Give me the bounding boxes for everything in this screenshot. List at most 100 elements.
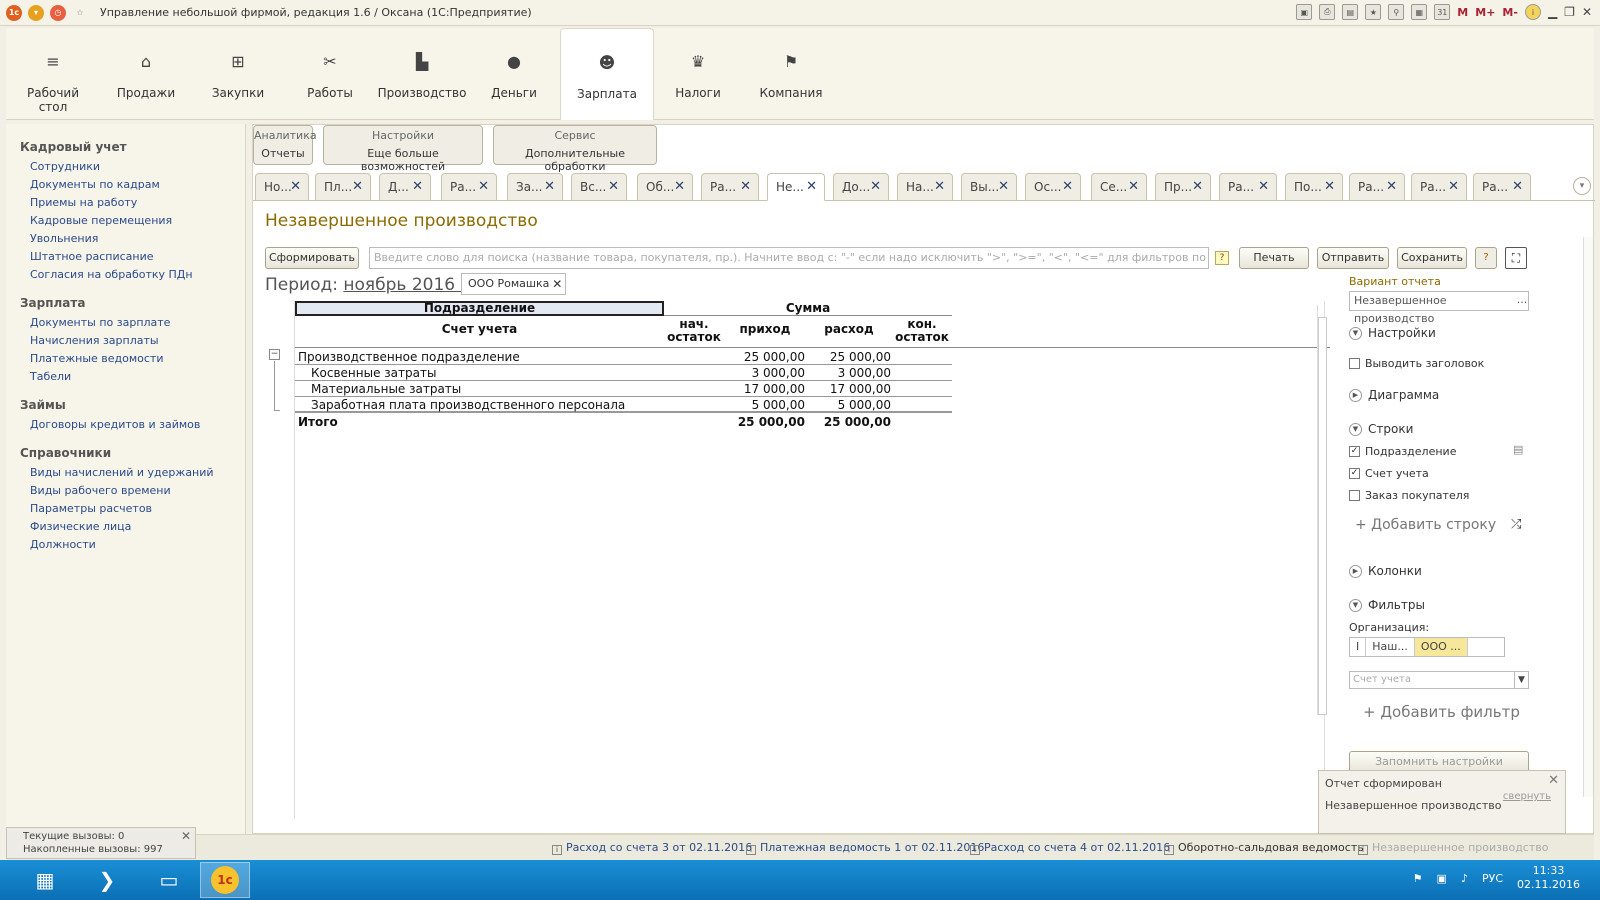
nav-item-salary-docs[interactable]: Документы по зарплате [30, 314, 245, 332]
close-tab-icon[interactable]: ✕ [806, 174, 817, 200]
nav-item-calc-params[interactable]: Параметры расчетов [30, 500, 245, 518]
add-row-link[interactable]: + Добавить строку [1355, 517, 1496, 533]
row-order-checkbox[interactable]: Заказ покупателя [1349, 487, 1469, 503]
close-tab-icon[interactable]: ✕ [870, 174, 881, 200]
close-tab-icon[interactable]: ✕ [674, 174, 685, 200]
tab[interactable]: Ра... ✕ [441, 173, 497, 201]
segment-item[interactable]: Наш... [1366, 638, 1415, 656]
nav-item-hires[interactable]: Приемы на работу [30, 194, 245, 212]
more-features-button[interactable]: Еще больше возможностей [324, 147, 482, 173]
close-tab-icon[interactable]: ✕ [1386, 174, 1397, 200]
send-button[interactable]: Отправить [1317, 247, 1389, 269]
tab[interactable]: До... ✕ [833, 173, 889, 201]
close-tab-icon[interactable]: ✕ [1062, 174, 1073, 200]
network-icon[interactable]: ▣ [1437, 872, 1447, 885]
powershell-icon[interactable]: ❯ [82, 862, 132, 898]
close-tab-icon[interactable]: ✕ [1448, 174, 1459, 200]
memory-plus-button[interactable]: M+ [1475, 6, 1495, 19]
search-input[interactable]: Введите слово для поиска (название товар… [369, 247, 1209, 269]
collapse-group-icon[interactable]: − [269, 349, 280, 360]
section-company[interactable]: ⚑ Компания [754, 28, 828, 120]
tab[interactable]: Пл... ✕ [315, 173, 371, 201]
close-tab-icon[interactable]: ✕ [478, 174, 489, 200]
tab[interactable]: На... ✕ [897, 173, 953, 201]
nav-item-dismissals[interactable]: Увольнения [30, 230, 245, 248]
tab[interactable]: Вы... ✕ [961, 173, 1017, 201]
close-tab-icon[interactable]: ✕ [412, 174, 423, 200]
tab[interactable]: Ра... ✕ [1473, 173, 1531, 201]
close-icon[interactable]: ✕ [1582, 5, 1592, 19]
history-link[interactable]: i Расход со счета 4 от 02.11.2016 [970, 841, 1170, 855]
nav-item-staffing[interactable]: Штатное расписание [30, 248, 245, 266]
segment-item[interactable]: I [1350, 638, 1367, 656]
tab[interactable]: Пр... ✕ [1155, 173, 1211, 201]
save-icon[interactable]: ▣ [1296, 4, 1313, 20]
scroll-thumb[interactable] [1318, 317, 1327, 715]
tab[interactable]: Ра... ✕ [1411, 173, 1467, 201]
tab[interactable]: По... ✕ [1285, 173, 1343, 201]
tab[interactable]: Ра... ✕ [701, 173, 759, 201]
section-works[interactable]: ✂ Работы [298, 28, 362, 120]
nav-item-accruals[interactable]: Начисления зарплаты [30, 332, 245, 350]
nav-item-positions[interactable]: Должности [30, 536, 245, 554]
favorites-star-icon[interactable]: ☆ [72, 4, 88, 21]
nav-item-accrual-types[interactable]: Виды начислений и удержаний [30, 464, 245, 482]
calendar-icon[interactable]: 31 [1434, 4, 1451, 20]
chevron-down-icon[interactable]: ▼ [1514, 672, 1528, 688]
nav-item-loans[interactable]: Договоры кредитов и займов [30, 416, 245, 434]
close-notification-icon[interactable]: ✕ [1548, 773, 1559, 788]
extra-processing-button[interactable]: Дополнительные обработки [494, 147, 656, 173]
section-desktop[interactable]: ≡ Рабочий стол [20, 28, 86, 120]
section-taxes[interactable]: ♛ Налоги [666, 28, 730, 120]
memory-minus-button[interactable]: M- [1502, 6, 1518, 19]
history-link[interactable]: i Расход со счета 3 от 02.11.2016 [552, 841, 752, 855]
help-icon[interactable]: ? [1475, 247, 1497, 269]
chart-group-toggle[interactable]: ▶ Диаграмма [1349, 387, 1439, 403]
close-calls-icon[interactable]: ✕ [181, 830, 191, 843]
collapse-notification-link[interactable]: свернуть [1503, 791, 1551, 802]
tabs-more-icon[interactable]: ▾ [1573, 177, 1591, 195]
variant-select-icon[interactable]: ... [1515, 291, 1529, 311]
organization-chip[interactable]: ООО Ромашка ✕ [461, 273, 567, 295]
history-link[interactable]: i Оборотно-сальдовая ведомость [1164, 841, 1364, 855]
section-purchases[interactable]: ⊞ Закупки [206, 28, 270, 120]
tab[interactable]: Вс... ✕ [571, 173, 627, 201]
shuffle-icon[interactable]: ⤮ [1511, 517, 1521, 532]
remove-organization-icon[interactable]: ✕ [552, 274, 562, 294]
info-icon[interactable]: i [1524, 4, 1541, 20]
section-sales[interactable]: ⌂ Продажи [114, 28, 178, 120]
close-tab-icon[interactable]: ✕ [1258, 174, 1269, 200]
nav-item-transfers[interactable]: Кадровые перемещения [30, 212, 245, 230]
restore-icon[interactable]: ❐ [1564, 5, 1575, 19]
close-tab-icon[interactable]: ✕ [544, 174, 555, 200]
minimize-icon[interactable]: ▁ [1548, 5, 1557, 19]
table-row[interactable]: Производственное подразделение 25 000,00… [295, 349, 952, 365]
tab[interactable]: Об... ✕ [637, 173, 693, 201]
columns-group-toggle[interactable]: ▶ Колонки [1349, 563, 1422, 579]
section-production[interactable]: ▙ Производство [378, 28, 467, 120]
app-logo-icon[interactable]: 1c [6, 4, 22, 21]
tab[interactable]: Д... ✕ [379, 173, 431, 201]
organization-filter-segment[interactable]: I Наш... ООО ... [1349, 637, 1505, 657]
onec-app-icon[interactable]: 1c [200, 862, 250, 898]
tab[interactable]: Се... ✕ [1091, 173, 1147, 201]
variant-input[interactable]: Незавершенное производство [1349, 291, 1529, 325]
menu-dropdown-icon[interactable]: ▾ [28, 4, 44, 21]
close-tab-icon[interactable]: ✕ [740, 174, 751, 200]
tab[interactable]: Ра... ✕ [1349, 173, 1405, 201]
close-tab-icon[interactable]: ✕ [1192, 174, 1203, 200]
account-filter-input[interactable]: Счет учета ▼ [1349, 671, 1529, 689]
flag-alert-icon[interactable]: ⚑ [1413, 872, 1423, 885]
section-money[interactable]: ● Деньги [482, 28, 546, 120]
nav-item-timesheets[interactable]: Табели [30, 368, 245, 386]
generate-button[interactable]: Сформировать [265, 247, 359, 269]
server-manager-icon[interactable]: ▦ [20, 862, 70, 898]
close-tab-icon[interactable]: ✕ [608, 174, 619, 200]
close-tab-icon[interactable]: ✕ [1324, 174, 1335, 200]
language-indicator[interactable]: РУС [1482, 872, 1503, 885]
period-link[interactable]: ноябрь 2016 г. [343, 275, 474, 295]
close-tab-icon[interactable]: ✕ [934, 174, 945, 200]
print-icon[interactable]: ⎙ [1319, 4, 1336, 20]
memory-button[interactable]: M [1457, 6, 1468, 19]
nav-item-hr-docs[interactable]: Документы по кадрам [30, 176, 245, 194]
